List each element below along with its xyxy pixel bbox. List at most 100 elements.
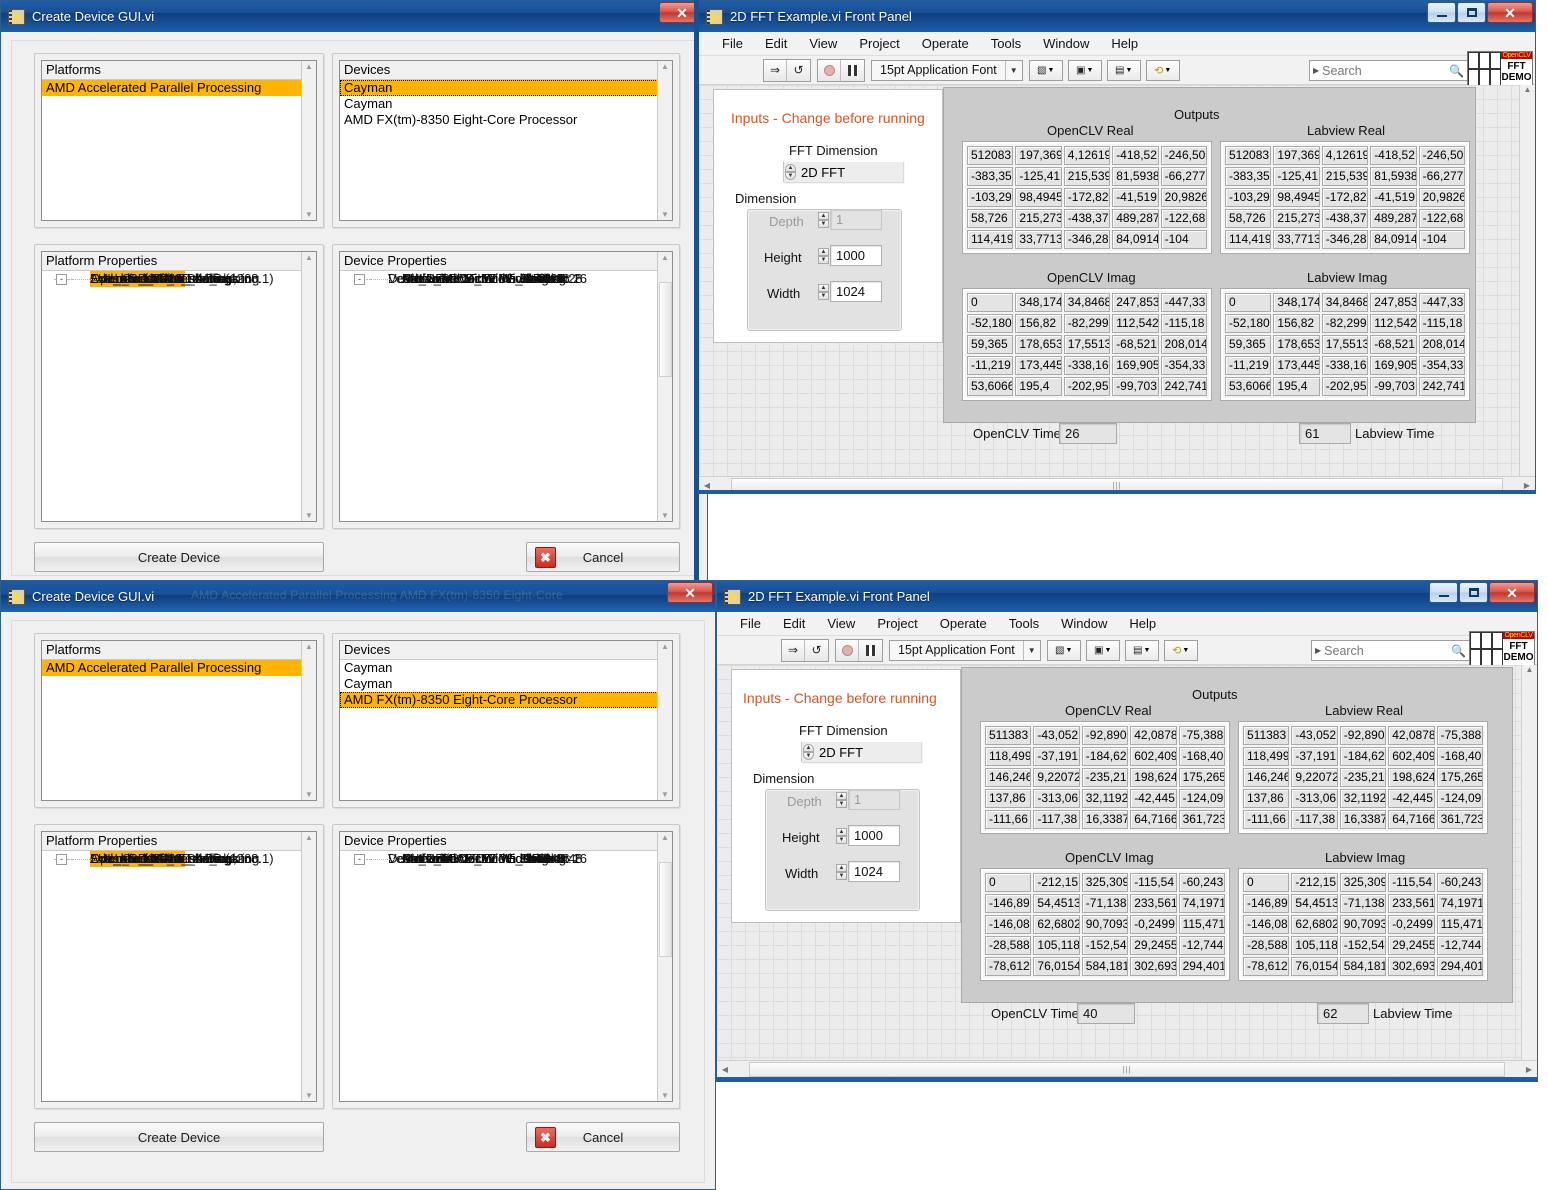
menu-project[interactable]: Project [848, 34, 910, 53]
table-cell[interactable]: 59,365 [1225, 335, 1272, 354]
table-cell[interactable]: 16,3387 [1081, 810, 1129, 829]
resize-objects-icon[interactable]: ▤ ▼ [1124, 639, 1159, 661]
scroll-up-icon[interactable]: ▲ [661, 61, 669, 72]
table-cell[interactable]: -212,15 [1291, 873, 1338, 892]
menubar-fft-2[interactable]: File Edit View Project Operate Tools Win… [717, 612, 1537, 636]
toolbar-fft-1[interactable]: ⇒ ↺ 15pt Application Font ▼ ▧ ▼ ▣ ▼ ▤ ▼ ⟲ ▼ … [699, 56, 1535, 85]
cancel-button-2[interactable]: ✖ Cancel [526, 1122, 680, 1152]
table-cell[interactable]: -66,277 [1160, 167, 1207, 186]
table-cell[interactable]: -12,744 [1178, 936, 1225, 955]
width-control-1[interactable]: ▲ ▼ 1024 [817, 281, 882, 302]
table-cell[interactable]: 42,0878 [1388, 726, 1435, 745]
list-item[interactable]: AMD FX(tm)-8350 Eight-Core Processor [340, 112, 672, 128]
table-cell[interactable]: -0,2499 [1388, 915, 1435, 934]
table-cell[interactable]: 197,369 [1273, 146, 1320, 165]
table-labview-real-1[interactable]: 512083 197,369 4,12619 -418,52 -246,50 -383,3… [1221, 142, 1469, 253]
table-cell[interactable]: -338,16 [1063, 356, 1111, 375]
search-input-1[interactable]: ▶ Search 🔍 [1309, 60, 1469, 81]
reorder-objects-icon[interactable]: ⟲ ▼ [1145, 59, 1180, 81]
table-cell[interactable]: -78,612 [1243, 957, 1290, 976]
horizontal-scrollbar-2[interactable]: ◀ ||| ▶ [717, 1060, 1537, 1077]
magnifier-icon[interactable]: 🔍 [1451, 644, 1470, 658]
titlebar-create-device-2[interactable]: Create Device GUI.vi AMD Accelerated Par… [1, 581, 715, 612]
table-cell[interactable]: 137,86 [1243, 789, 1290, 808]
table-cell[interactable]: 4,12619 [1063, 146, 1111, 165]
minimize-button[interactable] [1429, 582, 1458, 603]
table-cell[interactable]: 489,287 [1112, 209, 1159, 228]
table-cell[interactable]: -418,52 [1370, 146, 1417, 165]
scroll-up-icon[interactable]: ▲ [305, 252, 313, 263]
expander-icon[interactable]: - [354, 854, 365, 865]
table-cell[interactable]: -71,138 [1339, 894, 1387, 913]
abort-stop-icon[interactable] [836, 639, 859, 661]
table-cell[interactable]: 58,726 [967, 209, 1014, 228]
table-cell[interactable]: -111,66 [1243, 810, 1290, 829]
titlebar-create-device-1[interactable]: Create Device GUI.vi ✕ [1, 1, 707, 32]
table-cell[interactable]: 9,22072 [1033, 768, 1080, 787]
table-cell[interactable]: -52,180 [967, 314, 1014, 333]
table-cell[interactable]: 511383 [985, 726, 1032, 745]
table-cell[interactable]: 34,8468 [1063, 293, 1111, 312]
table-cell[interactable]: -115,18 [1160, 314, 1207, 333]
scroll-up-icon[interactable]: ▲ [305, 832, 313, 843]
table-cell[interactable]: 20,9826 [1418, 188, 1465, 207]
maximize-button[interactable] [1457, 2, 1486, 23]
table-cell[interactable]: -172,82 [1063, 188, 1111, 207]
table-cell[interactable]: -60,243 [1436, 873, 1483, 892]
width-spinner-2[interactable]: ▲ ▼ [835, 862, 848, 881]
device-properties-tree-2[interactable]: Device Properties -Device InfoAuthenticA… [339, 831, 673, 1102]
table-cell[interactable]: -447,33 [1418, 293, 1465, 312]
fft-window-1[interactable]: 2D FFT Example.vi Front Panel ✕ File Edi… [698, 0, 1536, 494]
table-cell[interactable]: 146,246 [985, 768, 1032, 787]
align-objects-icon[interactable]: ▧ ▼ [1028, 59, 1063, 81]
table-cell[interactable]: 198,624 [1130, 768, 1177, 787]
table-cell[interactable]: 156,82 [1273, 314, 1320, 333]
table-cell[interactable]: 169,905 [1370, 356, 1417, 375]
table-cell[interactable]: -313,06 [1033, 789, 1080, 808]
table-cell[interactable]: -71,138 [1081, 894, 1129, 913]
table-cell[interactable]: 32,1192 [1081, 789, 1129, 808]
device-properties-scrollbar-1[interactable]: ▲ ▼ [657, 252, 672, 521]
table-cell[interactable]: 114,419 [1225, 230, 1272, 249]
table-cell[interactable]: -75,388 [1178, 726, 1225, 745]
menu-window[interactable]: Window [1032, 34, 1100, 53]
close-button[interactable]: ✕ [1487, 2, 1533, 23]
table-cell[interactable]: -0,2499 [1130, 915, 1177, 934]
create-device-window-2[interactable]: Create Device GUI.vi AMD Accelerated Par… [0, 580, 716, 1190]
close-button[interactable]: ✕ [667, 582, 713, 603]
table-cell[interactable]: -117,38 [1033, 810, 1080, 829]
table-labview-real-2[interactable]: 511383 -43,052 -92,890 42,0878 -75,388 118,49… [1239, 722, 1487, 833]
run-group-1[interactable]: ⇒ ↺ [763, 58, 811, 82]
table-cell[interactable]: 33,7713 [1015, 230, 1062, 249]
scroll-up-icon[interactable]: ▲ [305, 61, 313, 72]
scroll-down-icon[interactable]: ▼ [661, 510, 669, 521]
table-cell[interactable]: 20,9826 [1160, 188, 1207, 207]
width-value-2[interactable]: 1024 [848, 861, 900, 882]
table-cell[interactable]: 54,4513 [1033, 894, 1080, 913]
platforms-listbox-2[interactable]: Platforms AMD Accelerated Parallel Proce… [41, 640, 317, 801]
menu-file[interactable]: File [729, 614, 772, 633]
table-cell[interactable]: -122,68 [1160, 209, 1207, 228]
table-opencl-imag-1[interactable]: 0 348,174 34,8468 247,853 -447,33 -52,180 156,… [963, 289, 1211, 400]
front-panel-canvas-1[interactable]: Inputs - Change before running FFT Dimen… [699, 85, 1535, 493]
magnifier-icon[interactable]: 🔍 [1449, 64, 1468, 78]
abort-stop-icon[interactable] [818, 59, 841, 81]
titlebar-fft-2[interactable]: 2D FFT Example.vi Front Panel ✕ [717, 581, 1537, 612]
list-item[interactable]: AMD Accelerated Parallel Processing [42, 80, 316, 96]
table-cell[interactable]: 242,741 [1160, 377, 1207, 396]
table-cell[interactable]: -111,66 [985, 810, 1032, 829]
chevron-down-icon[interactable]: ▼ [1022, 640, 1040, 660]
list-item[interactable]: Cayman [340, 660, 672, 676]
pause-icon[interactable] [859, 639, 882, 661]
table-grid[interactable]: 511383 -43,052 -92,890 42,0878 -75,388 118,49… [1243, 726, 1483, 829]
table-cell[interactable]: 215,273 [1015, 209, 1062, 228]
height-value-2[interactable]: 1000 [848, 825, 900, 846]
devices-listbox-2[interactable]: Devices Cayman Cayman AMD FX(tm)-8350 Ei… [339, 640, 673, 801]
scroll-down-icon[interactable]: ▼ [661, 1090, 669, 1101]
table-cell[interactable]: -28,588 [1243, 936, 1290, 955]
table-cell[interactable]: 173,445 [1015, 356, 1062, 375]
table-labview-imag-1[interactable]: 0 348,174 34,8468 247,853 -447,33 -52,180 156,… [1221, 289, 1469, 400]
table-cell[interactable]: -152,54 [1081, 936, 1129, 955]
toolbar-fft-2[interactable]: ⇒ ↺ 15pt Application Font ▼ ▧ ▼ ▣ ▼ ▤ ▼ ⟲ ▼ … [717, 636, 1537, 665]
device-properties-scrollbar-2[interactable]: ▲ ▼ [657, 832, 672, 1101]
